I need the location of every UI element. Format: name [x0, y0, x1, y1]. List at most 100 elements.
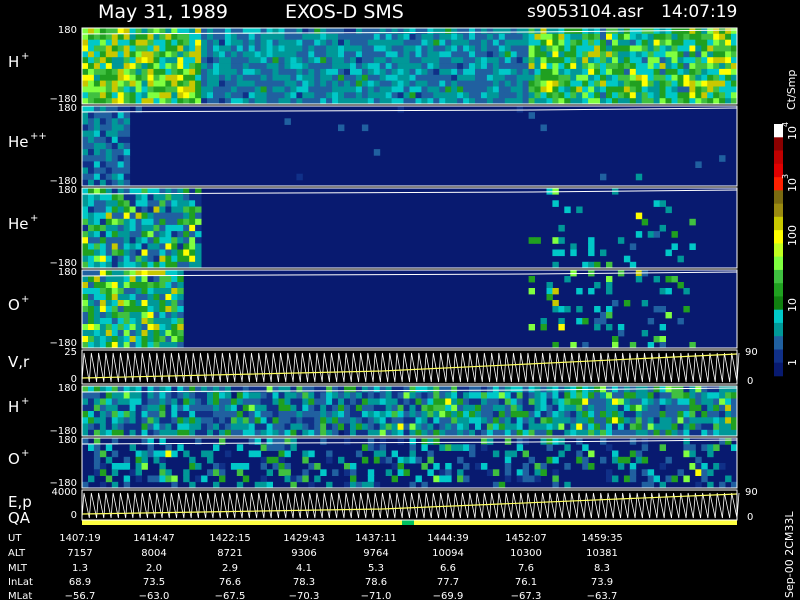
panel-species-label: O — [8, 450, 20, 468]
heatmap-cell — [421, 80, 428, 87]
heatmap-cell — [82, 312, 89, 319]
heatmap-cell — [451, 74, 458, 81]
heatmap-cell — [463, 444, 470, 451]
heatmap-cell — [111, 224, 119, 232]
heatmap-cell — [284, 398, 291, 406]
heatmap-cell — [201, 80, 208, 87]
heatmap-cell — [183, 57, 190, 64]
heatmap-cell — [338, 51, 345, 58]
heatmap-cell — [350, 39, 357, 46]
table-row-label: MLat — [8, 591, 32, 600]
heatmap-cell — [707, 392, 714, 399]
heatmap-cell — [183, 475, 190, 483]
heatmap-cell — [481, 398, 488, 406]
heatmap-cell — [332, 398, 339, 406]
heatmap-cell — [159, 92, 166, 99]
heatmap-cell — [147, 318, 154, 325]
heatmap-cell — [159, 98, 166, 105]
heatmap-cell — [207, 92, 214, 99]
heatmap-cell — [558, 98, 565, 105]
heatmap-cell — [516, 51, 524, 58]
heatmap-cell — [272, 39, 279, 46]
heatmap-cell — [558, 423, 565, 431]
heatmap-cell — [427, 57, 434, 64]
heatmap-cell — [421, 481, 428, 489]
heatmap-cell — [433, 68, 440, 76]
heatmap-cell — [367, 39, 375, 46]
heatmap-cell — [475, 39, 482, 46]
heatmap-cell — [207, 86, 214, 93]
heatmap-cell — [165, 318, 172, 325]
heatmap-cell — [278, 45, 285, 52]
heatmap-cell — [612, 417, 619, 424]
heatmap-cell — [481, 74, 488, 81]
heatmap-cell — [659, 224, 666, 232]
heatmap-cell — [641, 39, 649, 46]
heatmap-cell — [463, 98, 470, 105]
heatmap-cell — [671, 392, 678, 399]
heatmap-cell — [219, 429, 226, 437]
heatmap-cell — [457, 456, 464, 464]
heatmap-cell — [665, 86, 672, 93]
heatmap-cell — [445, 469, 452, 476]
heatmap-cell — [260, 481, 267, 489]
heatmap-cell — [576, 51, 583, 58]
heatmap-cell — [82, 336, 89, 343]
heatmap-cell — [701, 68, 708, 76]
heatmap-cell — [427, 411, 434, 418]
heatmap-cell — [373, 398, 381, 406]
heatmap-cell — [606, 68, 613, 76]
heatmap-cell — [177, 98, 184, 105]
heatmap-cell — [242, 423, 250, 431]
heatmap-cell — [504, 469, 512, 476]
heatmap-cell — [129, 288, 136, 295]
heatmap-cell — [498, 417, 506, 424]
heatmap-cell — [439, 86, 446, 93]
heatmap-cell — [582, 33, 589, 40]
heatmap-cell — [213, 481, 220, 489]
heatmap-cell — [612, 33, 619, 40]
heatmap-cell — [88, 398, 95, 406]
heatmap-cell — [534, 423, 541, 431]
heatmap-cell — [361, 392, 369, 399]
heatmap-cell — [689, 392, 696, 399]
heatmap-cell — [492, 423, 500, 431]
heatmap-cell — [195, 39, 202, 46]
heatmap-cell — [111, 118, 119, 125]
heatmap-cell — [344, 481, 351, 489]
heatmap-cell — [570, 398, 577, 406]
table-cell: 10381 — [586, 548, 618, 559]
heatmap-cell — [433, 45, 440, 52]
heatmap-cell — [379, 404, 387, 412]
heatmap-cell — [683, 86, 690, 93]
heatmap-cell — [576, 318, 583, 325]
heatmap-cell — [516, 80, 524, 87]
heatmap-cell — [290, 98, 297, 105]
heatmap-cell — [725, 33, 732, 40]
heatmap-cell — [344, 39, 351, 46]
heatmap-cell — [88, 28, 95, 35]
heatmap-cell — [153, 92, 160, 99]
heatmap-cell — [683, 39, 690, 46]
heatmap-cell — [93, 398, 101, 406]
heatmap-cell — [498, 63, 506, 70]
heatmap-cell — [171, 324, 178, 331]
heatmap-cell — [111, 124, 119, 132]
heatmap-cell — [201, 392, 208, 399]
heatmap-cell — [546, 404, 553, 412]
heatmap-cell — [272, 45, 279, 52]
panel-species-label: H — [8, 398, 19, 416]
heatmap-cell — [653, 86, 660, 93]
heatmap-cell — [88, 173, 95, 181]
heatmap-cell — [171, 51, 178, 58]
heatmap-cell — [123, 98, 131, 105]
heatmap-cell — [665, 33, 672, 40]
heatmap-cell — [445, 51, 452, 58]
heatmap-cell — [701, 392, 708, 399]
heatmap-cell — [415, 429, 422, 437]
heatmap-cell — [302, 475, 309, 483]
heatmap-cell — [481, 386, 488, 393]
heatmap-cell — [123, 456, 131, 464]
heatmap-cell — [82, 342, 89, 349]
heatmap-cell — [195, 33, 202, 40]
